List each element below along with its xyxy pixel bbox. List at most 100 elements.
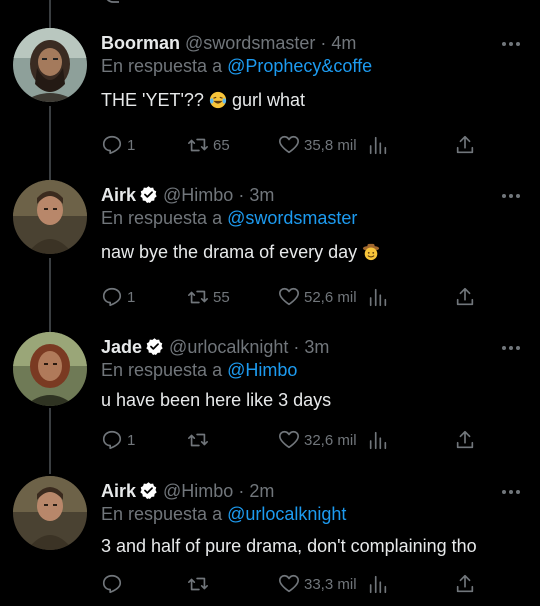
reply-mention-link[interactable]: @swordsmaster (227, 208, 357, 228)
views-icon (369, 575, 387, 594)
like-button[interactable]: 33,3 mil (278, 573, 357, 595)
reply-button[interactable] (101, 573, 127, 595)
user-handle[interactable]: @Himbo (163, 481, 233, 501)
display-name[interactable]: Airk (101, 481, 136, 501)
share-button[interactable] (454, 286, 476, 308)
action-bar: 1 32,6 mil (101, 429, 481, 453)
reply-button[interactable]: 1 (101, 134, 135, 156)
reply-prefix: En respuesta a (101, 504, 223, 524)
separator: · (238, 481, 245, 501)
reply-context: En respuesta a @Prophecy&coffe (101, 56, 372, 77)
share-icon (456, 287, 474, 306)
share-icon (456, 135, 474, 154)
tweet-text-part: THE 'YET'?? (101, 90, 204, 110)
avatar[interactable] (13, 180, 87, 254)
reply-mention-link[interactable]: @urlocalknight (227, 504, 346, 524)
views-icon[interactable] (369, 0, 391, 6)
separator: · (293, 337, 300, 357)
user-handle[interactable]: @Himbo (163, 185, 233, 205)
like-button[interactable]: 52,6 mil (278, 286, 357, 308)
separator: · (320, 33, 327, 53)
display-name[interactable]: Boorman (101, 33, 180, 53)
share-icon (456, 574, 474, 593)
verified-badge-icon (146, 338, 163, 355)
reply-prefix: En respuesta a (101, 56, 223, 76)
display-name[interactable]: Jade (101, 337, 142, 357)
timestamp[interactable]: 3m (304, 337, 329, 357)
tweet-text-part: u have been here like 3 days (101, 390, 332, 410)
timestamp[interactable]: 4m (331, 33, 356, 53)
share-button[interactable] (454, 134, 476, 156)
retweet-button[interactable]: 55 (187, 286, 230, 308)
reply-mention-link[interactable]: @Prophecy&coffe (227, 56, 372, 76)
tweet-text-part: 3 and half of pure drama, don't complain… (101, 536, 477, 556)
retweet-icon (188, 577, 208, 591)
timestamp[interactable]: 3m (249, 185, 274, 205)
reply-button[interactable]: 1 (101, 286, 135, 308)
tweet[interactable]: Airk @Himbo · 3m En respuesta a @swordsm… (0, 180, 540, 324)
tweet-header: Airk @Himbo · 2m (101, 480, 274, 502)
views-icon (369, 288, 387, 307)
display-name[interactable]: Airk (101, 185, 136, 205)
views-button[interactable] (367, 286, 389, 308)
reply-count: 1 (127, 288, 136, 306)
timestamp[interactable]: 2m (249, 481, 274, 501)
tweet-text-part: naw bye the drama of every day (101, 242, 363, 262)
share-button[interactable] (454, 573, 476, 595)
reply-context: En respuesta a @urlocalknight (101, 504, 346, 525)
avatar[interactable] (13, 28, 87, 102)
reply-context: En respuesta a @swordsmaster (101, 208, 357, 229)
separator: · (238, 185, 245, 205)
user-handle[interactable]: @urlocalknight (169, 337, 288, 357)
reply-button[interactable]: 1 (101, 429, 135, 451)
views-button[interactable] (367, 573, 389, 595)
reply-prefix: En respuesta a (101, 208, 223, 228)
more-options-icon[interactable] (499, 192, 523, 200)
more-options-icon[interactable] (499, 488, 523, 496)
reply-icon (102, 287, 122, 307)
avatar-image (13, 476, 87, 550)
retweet-button[interactable]: 65 (187, 134, 230, 156)
avatar[interactable] (13, 332, 87, 406)
retweet-count: 65 (213, 136, 230, 154)
like-count: 33,3 mil (304, 575, 357, 593)
heart-icon (279, 574, 299, 593)
retweet-button[interactable] (187, 429, 213, 451)
action-bar: 33,3 mil (101, 573, 481, 597)
views-icon (369, 431, 387, 450)
more-options-icon[interactable] (499, 344, 523, 352)
tweet[interactable]: Boorman @swordsmaster · 4m En respuesta … (0, 28, 540, 172)
avatar[interactable] (13, 476, 87, 550)
avatar-image (13, 180, 87, 254)
views-button[interactable] (367, 429, 389, 451)
views-button[interactable] (367, 134, 389, 156)
tweet-header: Jade @urlocalknight · 3m (101, 336, 329, 358)
retweet-icon[interactable] (187, 0, 211, 6)
tweet-header: Airk @Himbo · 3m (101, 184, 274, 206)
tweet[interactable]: Jade @urlocalknight · 3m En respuesta a … (0, 332, 540, 466)
share-icon (456, 430, 474, 449)
crying-laughing-emoji-icon (209, 91, 227, 109)
tweet-text: naw bye the drama of every day (101, 242, 380, 263)
previous-tweet-actions (101, 0, 481, 6)
reply-context: En respuesta a @Himbo (101, 360, 297, 381)
cowboy-emoji-icon (363, 243, 380, 261)
tweet[interactable]: Airk @Himbo · 2m En respuesta a @urlocal… (0, 476, 540, 606)
heart-icon (279, 287, 299, 306)
more-options-icon[interactable] (499, 40, 523, 48)
like-button[interactable]: 35,8 mil (278, 134, 357, 156)
tweet-text: 3 and half of pure drama, don't complain… (101, 536, 477, 557)
like-count: 35,8 mil (304, 136, 357, 154)
tweet-text: u have been here like 3 days (101, 390, 331, 411)
like-button[interactable]: 32,6 mil (278, 429, 357, 451)
tweet-text: THE 'YET'?? gurl what (101, 90, 305, 111)
reply-icon[interactable] (101, 0, 123, 6)
views-icon (369, 136, 387, 155)
reply-count: 1 (127, 431, 136, 449)
like-icon[interactable] (285, 0, 309, 6)
retweet-button[interactable] (187, 573, 213, 595)
share-button[interactable] (454, 429, 476, 451)
reply-icon (102, 430, 122, 450)
user-handle[interactable]: @swordsmaster (185, 33, 315, 53)
reply-mention-link[interactable]: @Himbo (227, 360, 297, 380)
